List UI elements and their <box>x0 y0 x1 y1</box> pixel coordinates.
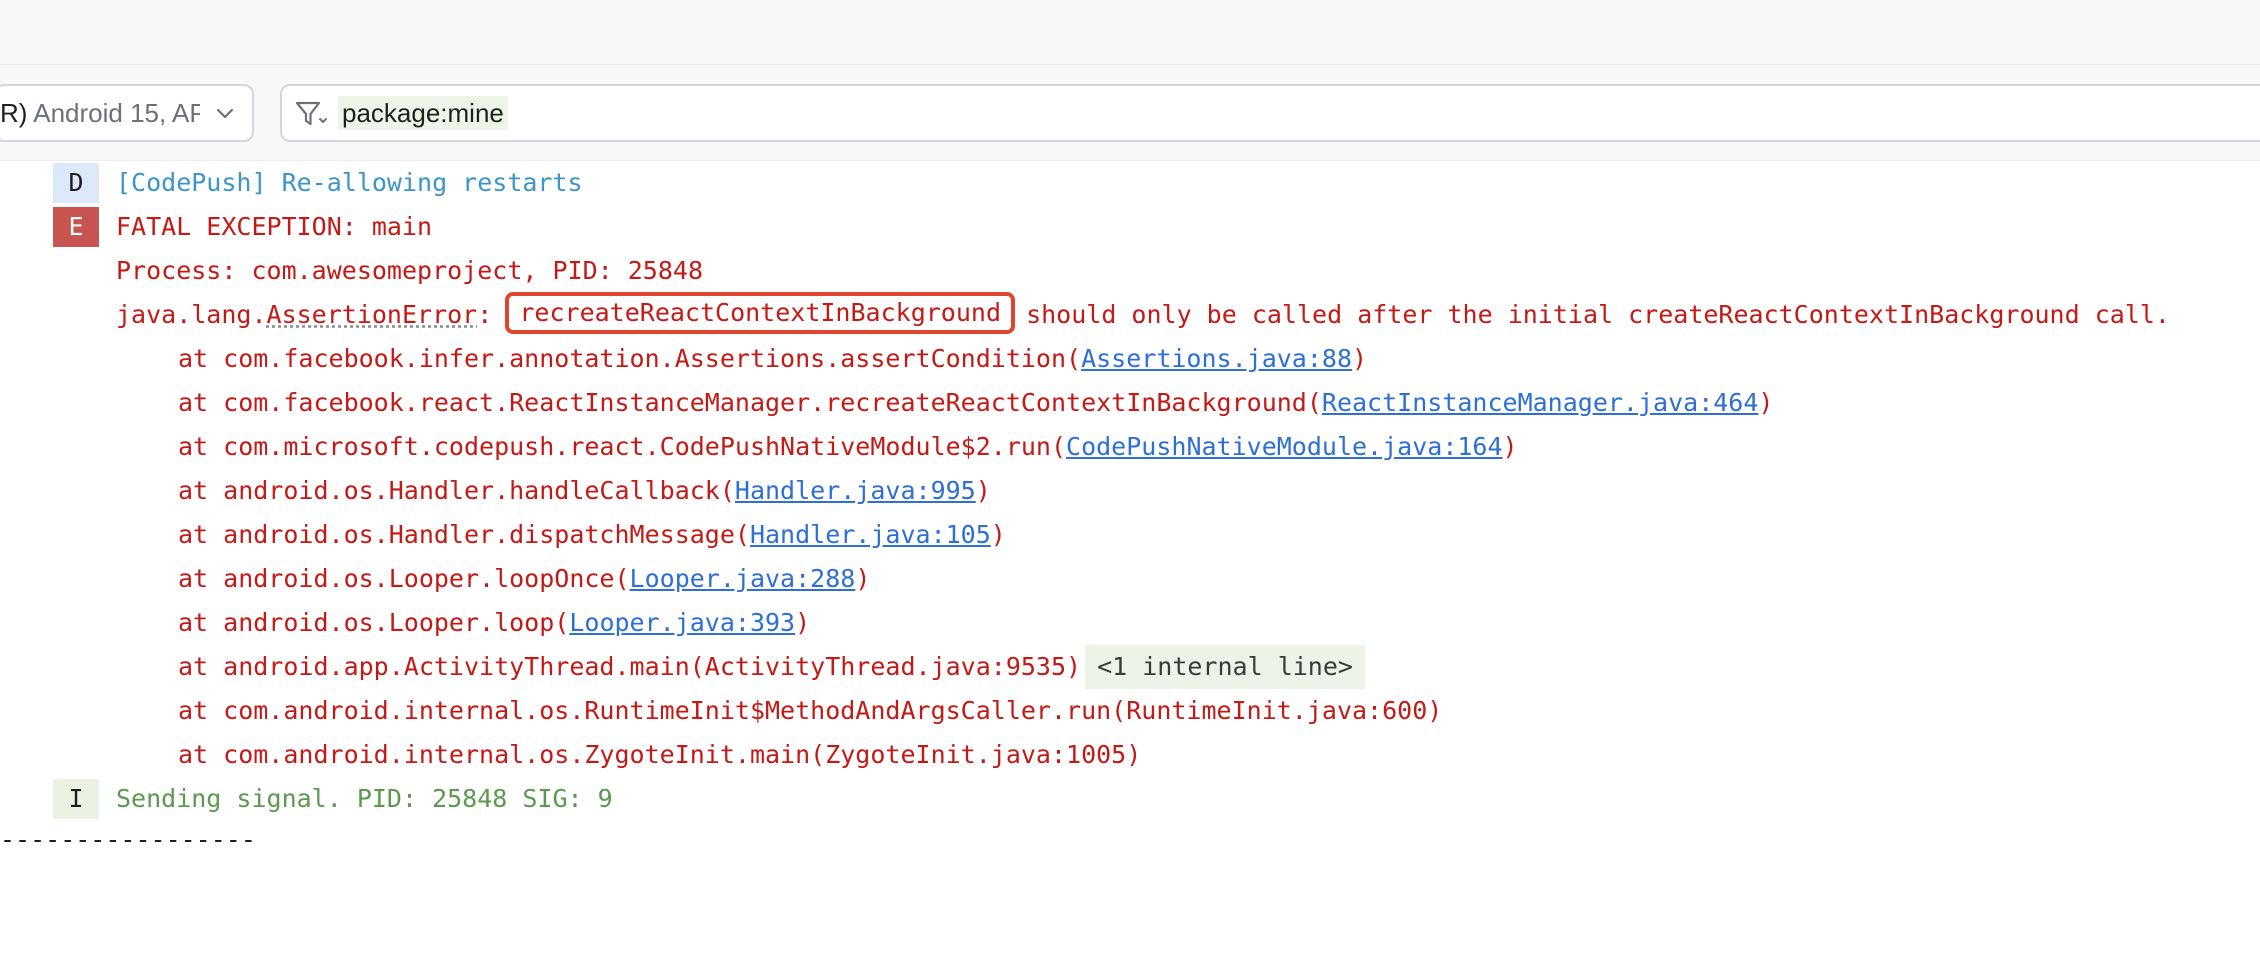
log-level-badge: D <box>53 163 99 203</box>
exception-class[interactable]: AssertionError <box>267 300 478 329</box>
process-end-separator: ----------------- <box>0 825 256 854</box>
stack-frame-text: at android.os.Looper.loopOnce(Looper.jav… <box>178 557 870 601</box>
log-entry-process: Process: com.awesomeproject, PID: 25848 <box>0 249 2260 293</box>
logcat-output[interactable]: D [CodePush] Re-allowing restarts E FATA… <box>0 161 2260 894</box>
stack-frame-method: at android.os.Handler.dispatchMessage( <box>178 520 750 549</box>
stack-frame-method: at com.facebook.react.ReactInstanceManag… <box>178 388 1322 417</box>
log-entry-fatal: E FATAL EXCEPTION: main <box>0 205 2260 249</box>
internal-lines-fold[interactable]: <1 internal line> <box>1085 645 1365 689</box>
log-message: Sending signal. PID: 25848 SIG: 9 <box>116 784 613 813</box>
log-message: Process: com.awesomeproject, PID: 25848 <box>116 256 703 285</box>
log-message: FATAL EXCEPTION: main <box>116 212 433 241</box>
source-file-link[interactable]: Looper.java:393 <box>569 608 795 637</box>
stack-frame-close-paren: ) <box>855 564 871 593</box>
stack-frame-method: at com.facebook.infer.annotation.Asserti… <box>178 344 1082 373</box>
stack-frame: at com.facebook.infer.annotation.Asserti… <box>0 337 2260 381</box>
stack-frame-text: at com.facebook.react.ReactInstanceManag… <box>178 381 1773 425</box>
stack-frame-method: at android.os.Looper.loop( <box>178 608 570 637</box>
stack-frame: at android.os.Looper.loopOnce(Looper.jav… <box>0 557 2260 601</box>
log-entry-info: I Sending signal. PID: 25848 SIG: 9 <box>0 777 2260 821</box>
source-file-link[interactable]: Handler.java:995 <box>735 476 976 505</box>
stack-frame: at android.app.ActivityThread.main(Activ… <box>0 645 2260 689</box>
stack-frame-text: at com.android.internal.os.ZygoteInit.ma… <box>178 733 1141 777</box>
stack-frame-method: at android.app.ActivityThread.main(Activ… <box>178 652 1082 681</box>
source-file-link[interactable]: CodePushNativeModule.java:164 <box>1066 432 1503 461</box>
assertion-error-message: java.lang.AssertionError: recreateReactC… <box>116 292 2170 337</box>
stack-frame: at com.microsoft.codepush.react.CodePush… <box>0 425 2260 469</box>
stack-frame: at android.os.Looper.loop(Looper.java:39… <box>0 601 2260 645</box>
stack-frame-close-paren: ) <box>1758 388 1774 417</box>
stack-frame-close-paren: ) <box>795 608 811 637</box>
stack-frame-text: at android.app.ActivityThread.main(Activ… <box>178 645 1365 689</box>
stack-frame-text: at com.microsoft.codepush.react.CodePush… <box>178 425 1518 469</box>
exception-detail: should only be called after the initial … <box>1026 300 2170 329</box>
exception-package: java.lang. <box>116 300 267 329</box>
stack-frame-close-paren: ) <box>975 476 991 505</box>
top-panel-strip <box>0 0 2260 65</box>
stack-frame-text: at android.os.Handler.dispatchMessage(Ha… <box>178 513 1006 557</box>
stack-frame-close-paren: ) <box>1502 432 1518 461</box>
log-level-badge: I <box>53 779 99 819</box>
filter-icon[interactable] <box>294 99 328 129</box>
stack-frame-method: at com.microsoft.codepush.react.CodePush… <box>178 432 1067 461</box>
stack-frame-text: at com.facebook.infer.annotation.Asserti… <box>178 337 1367 381</box>
stack-frame-method: at android.os.Looper.loopOnce( <box>178 564 630 593</box>
stack-frame: at com.android.internal.os.RuntimeInit$M… <box>0 689 2260 733</box>
source-file-link[interactable]: Handler.java:105 <box>750 520 991 549</box>
log-message: [CodePush] Re-allowing restarts <box>116 168 583 197</box>
stack-frame: at android.os.Handler.handleCallback(Han… <box>0 469 2260 513</box>
log-entry-assertion: java.lang.AssertionError: recreateReactC… <box>0 292 2260 337</box>
device-selector-label: R) Android 15, AP <box>0 97 200 128</box>
device-selector[interactable]: R) Android 15, AP <box>0 84 254 142</box>
stack-frame-method: at android.os.Handler.handleCallback( <box>178 476 735 505</box>
source-file-link[interactable]: ReactInstanceManager.java:464 <box>1322 388 1759 417</box>
stack-frame-method: at com.android.internal.os.RuntimeInit$M… <box>178 696 1443 725</box>
stack-frame-text: at android.os.Looper.loop(Looper.java:39… <box>178 601 810 645</box>
source-file-link[interactable]: Assertions.java:88 <box>1081 344 1352 373</box>
stack-frame-text: at android.os.Handler.handleCallback(Han… <box>178 469 991 513</box>
chevron-down-icon <box>216 108 234 119</box>
log-level-badge: E <box>53 207 99 247</box>
stack-frame-method: at com.android.internal.os.ZygoteInit.ma… <box>178 740 1142 769</box>
stack-frame-text: at com.android.internal.os.RuntimeInit$M… <box>178 689 1442 733</box>
source-file-link[interactable]: Looper.java:288 <box>630 564 856 593</box>
stack-frame: at com.facebook.react.ReactInstanceManag… <box>0 381 2260 425</box>
stack-frame-close-paren: ) <box>990 520 1006 549</box>
highlighted-method-name: recreateReactContextInBackground <box>505 292 1015 334</box>
stack-frame-close-paren: ) <box>1352 344 1368 373</box>
filter-query-token[interactable]: package:mine <box>338 96 508 130</box>
log-entry-debug: D [CodePush] Re-allowing restarts <box>0 161 2260 205</box>
stack-frame: at com.android.internal.os.ZygoteInit.ma… <box>0 733 2260 777</box>
logcat-filter-field[interactable]: package:mine <box>280 84 2260 142</box>
exception-colon: : <box>477 300 493 329</box>
stack-frame: at android.os.Handler.dispatchMessage(Ha… <box>0 513 2260 557</box>
